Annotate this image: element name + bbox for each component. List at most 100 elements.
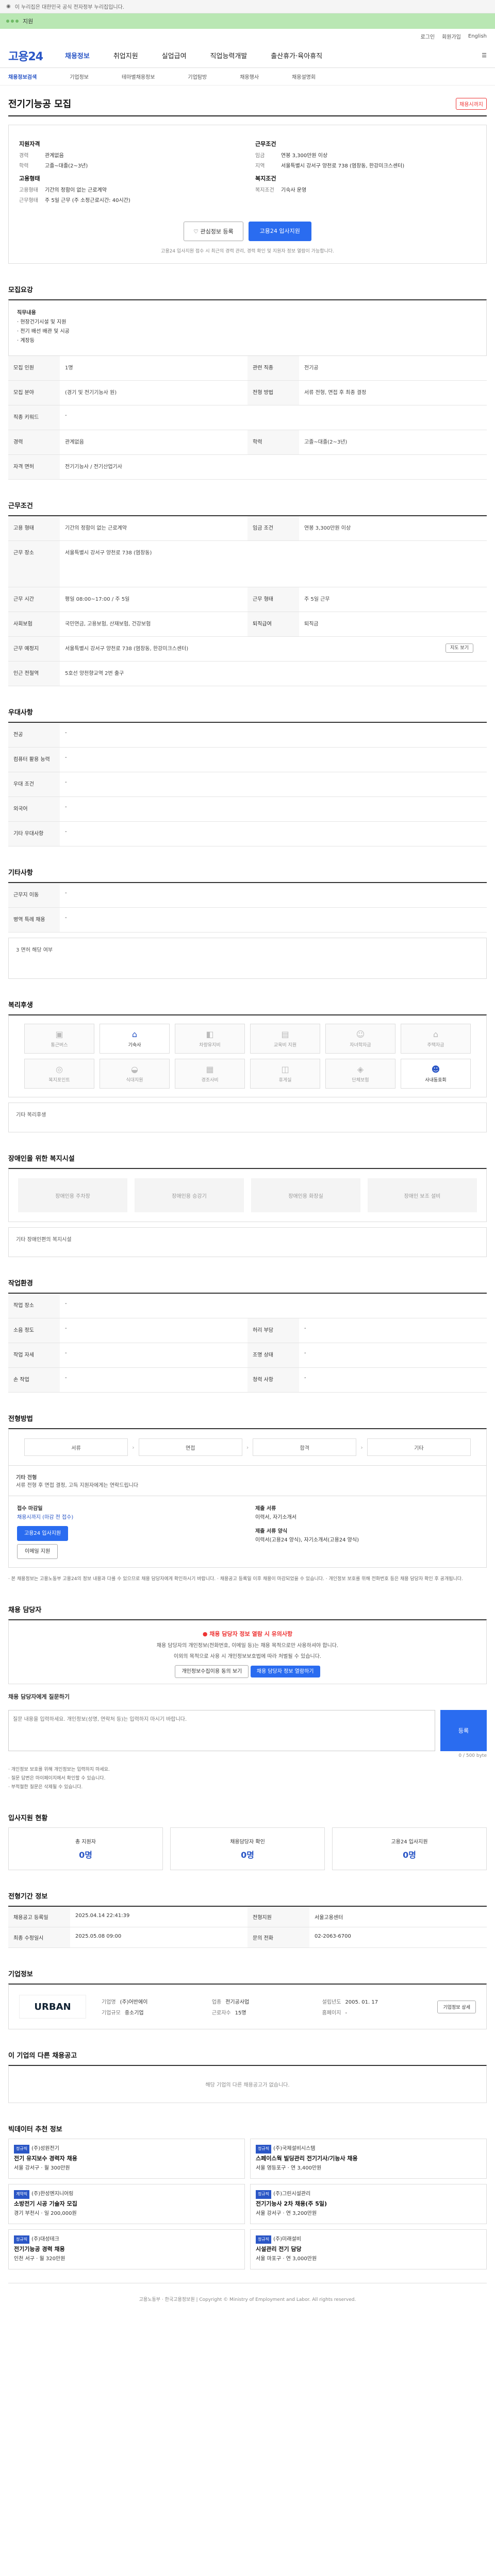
process-etc: 기타 전형 서류 전형 후 면접 결정, 고득 지원자에게는 연락드립니다 xyxy=(8,1466,487,1496)
book-icon: ▤ xyxy=(281,1029,289,1039)
qa-heading: 채용 담당자에게 질문하기 xyxy=(8,1693,70,1701)
job-summary: 지원자격 경력 관계없음 학력 고졸~대졸(2~3년) 고용형태 고용형태 기간의 정… xyxy=(8,125,487,264)
consent-button[interactable]: 개인정보수집이용 동의 보기 xyxy=(175,1665,249,1679)
qa-input[interactable] xyxy=(8,1710,435,1752)
preference-table: 전공 - 컴퓨터 활용 능력 - 우대 조건 - 외국어 - 기타 우대사항 - xyxy=(8,722,487,846)
welfare-item: ◒ 식대지원 xyxy=(100,1059,170,1089)
home-icon: ⌂ xyxy=(131,1029,138,1039)
reco-card[interactable]: 정규직 (주)대성테크 전기기능공 경력 채용 인천 서구 · 월 320만원 xyxy=(8,2229,245,2269)
stat-total: 총 지원자 0명 xyxy=(8,1827,163,1871)
language-link[interactable]: English xyxy=(468,33,487,39)
promo-ribbon[interactable]: 지원 xyxy=(0,13,495,29)
site-logo[interactable]: 고용24 xyxy=(8,47,65,64)
company-detail-button[interactable]: 기업정보 상세 xyxy=(437,2000,476,2013)
process-steps: 서류 › 면접 › 합격 › 기타 xyxy=(8,1428,487,1466)
reco-card[interactable]: 정규직 (주)그린시설관리 전기기능사 2차 채용(주 5일) 서울 강서구 · 연 … xyxy=(250,2184,487,2224)
misc-title: 기타사항 xyxy=(8,869,33,877)
disabled-grid: 장애인용 주차장 장애인용 승강기 장애인용 화장실 장애인 보조 설비 xyxy=(8,1168,487,1222)
other-jobs-title: 이 기업의 다른 채용공고 xyxy=(8,2052,77,2060)
child-icon: ☺ xyxy=(356,1029,365,1039)
job-title: 전기기능공 모집 xyxy=(8,99,72,110)
email-apply-button[interactable]: 이메일 지원 xyxy=(17,1544,58,1559)
apply-button[interactable]: 고용24 입사지원 xyxy=(248,222,311,241)
gov-banner: ◉ 이 누리집은 대한민국 공식 전자정부 누리집입니다. xyxy=(0,0,495,13)
welfare-item: ◧ 차량유지비 xyxy=(175,1024,245,1054)
arrow-right-icon: › xyxy=(246,1444,249,1451)
reco-card[interactable]: 정규직 (주)국제설비시스템 스페이스웍 빌딩관리 전기기사/기능사 채용 서울 영등… xyxy=(250,2139,487,2179)
welfare-item: ▤ 교육비 지원 xyxy=(250,1024,320,1054)
welfare-item: ◈ 단체보험 xyxy=(325,1059,395,1089)
meta-table: 채용공고 등록일 2025.04.14 22:41:39 전형지원 서울고용센터 최종… xyxy=(8,1906,487,1948)
disabled-equipment: 장애인 보조 설비 xyxy=(368,1178,477,1212)
bus-icon: ▣ xyxy=(55,1029,63,1039)
byte-counter: 0 / 500 byte xyxy=(458,1753,487,1759)
apply-button-bottom[interactable]: 고용24 입사지원 xyxy=(17,1526,69,1541)
lnb-event[interactable]: 채용행사 xyxy=(240,73,259,80)
environment-table: 작업 장소 - 소음 정도 - 허리 부담 - 작업 자세 - 조명 상태 - 손 작업 - 청력… xyxy=(8,1293,487,1393)
lnb-company[interactable]: 기업정보 xyxy=(70,73,89,80)
utility-nav: 로그인 회원가입 English xyxy=(0,29,495,43)
fine-print: · 본 채용정보는 고용노동부 고용24의 정보 내용과 다를 수 있으므로 채… xyxy=(8,1577,463,1582)
gnb-support[interactable]: 취업지원 xyxy=(113,50,138,60)
reco-card[interactable]: 정규직 (주)미래설비 시설관리 전기 담당 서울 마포구 · 연 3,000만원 xyxy=(250,2229,487,2269)
step-document: 서류 xyxy=(24,1438,128,1456)
signup-link[interactable]: 회원가입 xyxy=(442,32,461,40)
applicants-title: 입사지원 현황 xyxy=(8,1815,48,1823)
welfare-item: ⌂ 기숙사 xyxy=(100,1024,170,1054)
condition-heading: 근무조건 xyxy=(255,141,276,147)
manager-box: ● 채용 담당자 정보 열람 시 유의사항 채용 담당자의 개인정보(전화번호,… xyxy=(8,1619,487,1685)
disabled-parking: 장애인용 주차장 xyxy=(18,1178,127,1212)
reco-grid: 정규직 (주)성원전기 전기 유지보수 경력자 채용 서울 강서구 · 월 300만원… xyxy=(8,2139,487,2269)
lnb-visit[interactable]: 기업탐방 xyxy=(188,73,207,80)
global-nav: 고용24 채용정보 취업지원 실업급여 직업능력개발 출산휴가·육아휴직 ☰ xyxy=(0,43,495,68)
stat-online: 고용24 입사지원 0명 xyxy=(332,1827,487,1871)
rest-icon: ◫ xyxy=(281,1064,289,1074)
disabled-etc: 기타 장애인편의 복지시설 xyxy=(8,1227,487,1257)
point-icon: ◎ xyxy=(56,1064,63,1074)
company-title: 기업정보 xyxy=(8,1971,33,1979)
type-heading: 고용형태 xyxy=(19,175,40,182)
welfare-item: ◫ 휴게실 xyxy=(250,1059,320,1089)
welfare-grid: ▣ 통근버스 ⌂ 기숙사 ◧ 차량유지비 ▤ 교육비 지원 ☺ 자녀학자금 ⌂ 주택자금 ◎… xyxy=(8,1014,487,1097)
house-icon: ⌂ xyxy=(433,1029,439,1039)
lnb-search[interactable]: 채용정보검색 xyxy=(8,73,37,80)
qa-submit-button[interactable]: 등록 xyxy=(440,1710,487,1752)
login-link[interactable]: 로그인 xyxy=(420,32,435,40)
welfare-item: ☺ 자녀학자금 xyxy=(325,1024,395,1054)
preference-title: 우대사항 xyxy=(8,709,33,717)
benefit-heading: 복지조건 xyxy=(255,175,276,182)
welfare-etc: 기타 복리후생 xyxy=(8,1103,487,1132)
ribbon-label: 지원 xyxy=(23,18,34,25)
step-etc: 기타 xyxy=(367,1438,471,1456)
heart-icon: ♡ xyxy=(193,228,201,235)
view-manager-button[interactable]: 채용 담당자 정보 열람하기 xyxy=(250,1666,320,1678)
lnb-session[interactable]: 채용설명회 xyxy=(292,73,316,80)
map-button[interactable]: 지도 보기 xyxy=(446,643,473,653)
scrap-button[interactable]: ♡ 관심정보 등록 xyxy=(184,222,243,241)
ribbon-dots xyxy=(6,20,19,23)
apply-box: 접수 마감일 채용시까지 (마감 전 접수) 고용24 입사지원 이메일 지원 … xyxy=(8,1496,487,1568)
menu-icon[interactable]: ☰ xyxy=(482,52,487,59)
welfare-item: ◎ 복지포인트 xyxy=(24,1059,94,1089)
qa-form: 등록 xyxy=(8,1710,487,1752)
gnb-benefit[interactable]: 실업급여 xyxy=(162,50,187,60)
stat-checked: 채용담당자 확인 0명 xyxy=(170,1827,325,1871)
shield-icon: ◈ xyxy=(357,1064,364,1074)
disabled-restroom: 장애인용 화장실 xyxy=(251,1178,360,1212)
requirements-title: 모집요강 xyxy=(8,286,33,294)
disabled-title: 장애인을 위한 복지시설 xyxy=(8,1155,75,1163)
meta-title: 전형기간 정보 xyxy=(8,1893,48,1901)
step-interview: 면접 xyxy=(138,1438,242,1456)
lnb-theme[interactable]: 테마별채용정보 xyxy=(122,73,155,80)
gnb-training[interactable]: 직업능력개발 xyxy=(210,50,248,60)
gnb-leave[interactable]: 출산휴가·육아휴직 xyxy=(271,50,322,60)
requirements-table: 모집 인원 1명 관련 직종 전기공 모집 분야 (경기 및 전기기능사 원) 전형 방법… xyxy=(8,356,487,480)
manager-title: 채용 담당자 xyxy=(8,1606,42,1615)
environment-title: 작업환경 xyxy=(8,1280,33,1287)
welfare-item: ☻ 사내동호회 xyxy=(401,1059,471,1089)
group-icon: ☻ xyxy=(431,1064,440,1074)
reco-card[interactable]: 계약직 (주)한성엔지니어링 소방전기 시공 기술자 모집 경기 부천시 · 일 20… xyxy=(8,2184,245,2224)
gnb-jobs[interactable]: 채용정보 xyxy=(65,50,90,60)
reco-card[interactable]: 정규직 (주)성원전기 전기 유지보수 경력자 채용 서울 강서구 · 월 300만원 xyxy=(8,2139,245,2179)
welfare-item: ▦ 경조사비 xyxy=(175,1059,245,1089)
